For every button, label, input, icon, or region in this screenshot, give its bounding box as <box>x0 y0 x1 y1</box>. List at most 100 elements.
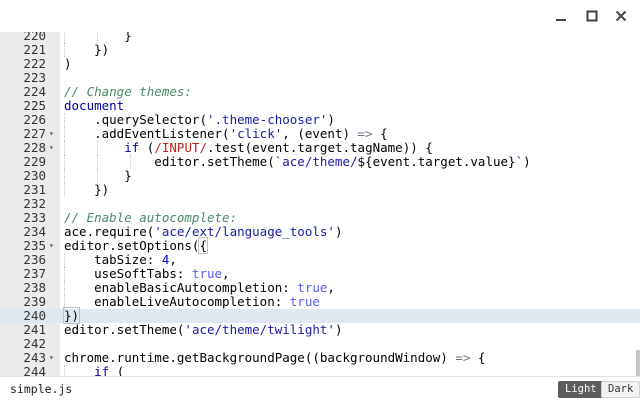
code-token: ) <box>64 56 72 71</box>
code-token: if <box>124 140 140 155</box>
fold-arrow-icon[interactable]: ▾ <box>49 141 58 155</box>
code-token: // Enable autocomplete: <box>64 210 238 225</box>
code-text: chrome.runtime.getBackgroundPage((backgr… <box>64 351 485 365</box>
code-token: }) <box>64 182 110 197</box>
line-number: 231 <box>23 182 46 197</box>
theme-dark-button[interactable]: Dark <box>601 381 640 398</box>
code-line[interactable]: 226 .querySelector('.theme-chooser') <box>0 113 640 127</box>
line-number: 222 <box>23 56 46 71</box>
code-line[interactable]: 230 } <box>0 169 640 183</box>
code-token: enableBasicAutocompletion: <box>64 280 298 295</box>
code-token: , <box>222 266 230 281</box>
code-line[interactable]: 229 editor.setTheme(`ace/theme/${event.t… <box>0 155 640 169</box>
code-token: editor.setOptions( <box>64 238 200 253</box>
line-number: 238 <box>23 280 46 295</box>
theme-light-button[interactable]: Light <box>558 381 604 398</box>
code-text: enableLiveAutocompletion: true <box>64 295 320 309</box>
line-number: 244 <box>23 364 46 377</box>
code-token: ace.require( <box>64 224 155 239</box>
code-token: }) <box>64 42 110 57</box>
code-line[interactable]: 234 ace.require('ace/ext/language_tools') <box>0 225 640 239</box>
vertical-scrollbar[interactable] <box>636 350 640 376</box>
code-token: enableLiveAutocompletion: <box>64 294 290 309</box>
code-token: 'ace/ext/language_tools' <box>154 224 335 239</box>
code-token: editor.setTheme( <box>64 322 185 337</box>
code-line[interactable]: 228 ▾ if (/INPUT/.test(event.target.tagNa… <box>0 141 640 155</box>
line-number: 224 <box>23 84 46 99</box>
code-token: true <box>297 280 328 295</box>
line-number: 239 <box>23 294 46 309</box>
code-line[interactable]: 236 tabSize: 4, <box>0 253 640 267</box>
fold-arrow-icon[interactable]: ▾ <box>49 127 58 141</box>
code-line[interactable]: 225 document <box>0 99 640 113</box>
code-token: chrome.runtime.getBackgroundPage((backgr… <box>64 350 456 365</box>
code-line[interactable]: 233 // Enable autocomplete: <box>0 211 640 225</box>
code-line[interactable]: 223 <box>0 71 640 85</box>
line-number: 241 <box>23 322 46 337</box>
code-line[interactable]: 235 ▾ editor.setOptions({ <box>0 237 640 254</box>
line-number: 236 <box>23 252 46 267</box>
code-text: if (/INPUT/.test(event.target.tagName)) … <box>64 141 433 155</box>
status-bar: simple.js Light Dark <box>0 376 640 400</box>
code-line[interactable]: 239 enableLiveAutocompletion: true <box>0 295 640 309</box>
line-number: 225 <box>23 98 46 113</box>
code-line[interactable]: 227 ▾ .addEventListener('click', (event) … <box>0 127 640 141</box>
code-line[interactable]: 242 <box>0 337 640 351</box>
code-token: , <box>327 280 335 295</box>
line-number: 226 <box>23 112 46 127</box>
code-line[interactable]: 241 editor.setTheme('ace/theme/twilight') <box>0 323 640 337</box>
code-token: ) <box>334 224 343 239</box>
code-token: if <box>94 364 110 377</box>
close-icon[interactable] <box>610 6 632 26</box>
code-text: }) <box>62 307 81 324</box>
line-number: 243 <box>23 350 46 365</box>
code-text: .addEventListener('click', (event) => { <box>64 127 388 141</box>
code-text: ) <box>64 57 72 71</box>
code-token: .addEventListener( <box>64 126 230 141</box>
code-token: document <box>64 98 125 113</box>
title-bar <box>0 0 640 32</box>
fold-arrow-icon[interactable]: ▾ <box>49 239 58 253</box>
code-token: ( <box>109 364 125 377</box>
code-lines: 219 handleSaveButton()220 }221 })222)223… <box>0 32 640 376</box>
code-line[interactable]: 231 }) <box>0 183 640 197</box>
line-number: 221 <box>23 42 46 57</box>
code-line[interactable]: 221 }) <box>0 43 640 57</box>
code-text: }) <box>64 183 109 197</box>
code-text: // Change themes: <box>64 85 192 99</box>
code-token: ) <box>334 322 343 337</box>
fold-arrow-icon[interactable]: ▾ <box>49 351 58 365</box>
code-line[interactable]: 238 enableBasicAutocompletion: true, <box>0 281 640 295</box>
line-number: 233 <box>23 210 46 225</box>
code-line[interactable]: 244 if ( <box>0 365 640 376</box>
code-line[interactable]: 237 useSoftTabs: true, <box>0 267 640 281</box>
code-text: editor.setTheme(`ace/theme/${event.targe… <box>64 154 530 169</box>
code-line[interactable]: 243 ▾ chrome.runtime.getBackgroundPage((ba… <box>0 351 640 365</box>
code-line[interactable]: 222) <box>0 57 640 71</box>
code-line[interactable]: 240}) <box>0 307 640 324</box>
code-text: tabSize: 4, <box>64 253 177 267</box>
code-token: => <box>455 350 471 365</box>
code-line[interactable]: 232 <box>0 197 640 211</box>
line-number: 235 <box>23 238 46 253</box>
code-token: { <box>198 237 208 254</box>
code-text: editor.setOptions({ <box>64 237 208 254</box>
code-token: ( <box>139 140 155 155</box>
line-number: 223 <box>23 70 46 85</box>
line-number: 242 <box>23 336 46 351</box>
code-token: tabSize: <box>64 252 162 267</box>
minimize-icon[interactable] <box>550 6 572 26</box>
code-text: .querySelector('.theme-chooser') <box>64 113 335 127</box>
code-token: , <box>169 252 177 267</box>
code-token: `ace/theme/ <box>274 154 358 169</box>
code-line[interactable]: 224 // Change themes: <box>0 85 640 99</box>
code-text: ace.require('ace/ext/language_tools') <box>64 225 342 239</box>
code-text: useSoftTabs: true, <box>64 266 230 281</box>
code-editor[interactable]: 219 handleSaveButton()220 }221 })222)223… <box>0 32 640 376</box>
code-token: '.theme-chooser' <box>207 112 328 127</box>
maximize-icon[interactable] <box>581 6 603 26</box>
file-name: simple.js <box>10 382 73 396</box>
line-number: 230 <box>23 168 46 183</box>
